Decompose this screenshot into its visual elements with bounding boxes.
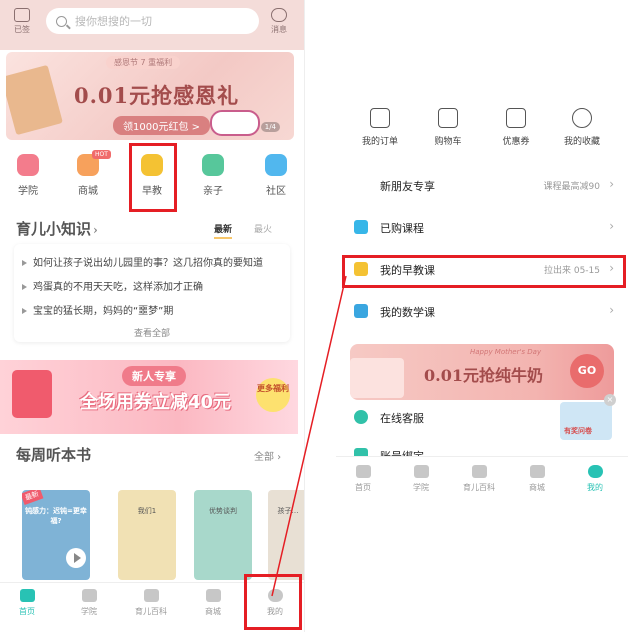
calendar-icon	[14, 8, 30, 22]
book-card[interactable]: 最新 钝感力：迟钝=更幸福?	[22, 490, 90, 580]
close-icon[interactable]: ×	[604, 394, 616, 406]
bullet-icon	[22, 284, 27, 290]
play-icon	[413, 465, 429, 478]
search-input[interactable]: 搜你想搜的一切	[46, 8, 259, 34]
sign-in-button[interactable]: 已签	[10, 8, 34, 35]
bullet-icon	[22, 308, 27, 314]
tab-mine[interactable]: 我的	[572, 465, 618, 493]
play-icon	[81, 589, 97, 602]
smile-icon	[587, 465, 603, 478]
play-icon	[17, 154, 39, 176]
nav-academy[interactable]: 学院	[8, 154, 48, 197]
chat-bubble-icon	[265, 154, 287, 176]
new-badge: 最新	[22, 490, 44, 506]
tab-hottest[interactable]: 最火	[254, 222, 272, 235]
shop-icon	[529, 465, 545, 478]
list-item[interactable]: 宝宝的猛长期，妈妈的“噩梦”期	[22, 302, 173, 317]
row-new-friend[interactable]: 新朋友专享 课程最高减90 ›	[336, 166, 628, 206]
home-screen: 已签 搜你想搜的一切 消息 感恩节 7 重福利 0.01元抢感恩礼 领1000元…	[0, 0, 305, 632]
book-card[interactable]: 我们1	[118, 490, 176, 580]
book-icon	[471, 465, 487, 478]
gift-box-image	[350, 358, 404, 398]
book-card[interactable]: 孩子…	[268, 490, 304, 580]
tab-academy[interactable]: 学院	[66, 589, 112, 617]
tab-mall[interactable]: 商城	[190, 589, 236, 617]
book-card[interactable]: 优势谈判	[194, 490, 252, 580]
coupon-icon	[506, 108, 526, 128]
promo-banner[interactable]: 感恩节 7 重福利 0.01元抢感恩礼 领1000元红包 > 1/4	[6, 52, 294, 140]
survey-prize-badge[interactable]: 有奖问卷	[560, 402, 612, 440]
chevron-right-icon: ›	[609, 303, 614, 317]
nav-mall[interactable]: 商城	[68, 154, 108, 197]
home-icon	[355, 465, 371, 478]
play-icon[interactable]	[66, 548, 86, 568]
list-item[interactable]: 鸡蛋真的不用天天吃，这样添加才正确	[22, 278, 203, 293]
more-benefits-badge[interactable]: 更多福利	[256, 378, 290, 412]
gift-box-image	[6, 64, 63, 136]
knowledge-list: 如何让孩子说出幼儿园里的事？这几招你真的要知道 鸡蛋真的不用天天吃，这样添加才正…	[14, 244, 290, 342]
weekly-book-title: 每周听本书	[16, 446, 92, 464]
headset-icon	[354, 410, 368, 424]
tab-academy[interactable]: 学院	[398, 465, 444, 493]
cube-icon	[354, 304, 368, 318]
list-item[interactable]: 如何让孩子说出幼儿园里的事？这几招你真的要知道	[22, 254, 263, 269]
cart-icon	[438, 108, 458, 128]
chevron-right-icon: ›	[609, 177, 614, 191]
red-envelope-icon	[12, 370, 52, 418]
bottom-tab-bar-profile: 首页 学院 育儿百科 商城 我的	[336, 456, 628, 500]
messages-button[interactable]: 消息	[267, 8, 291, 35]
highlight-mine-tab	[244, 574, 302, 630]
knowledge-title[interactable]: 育儿小知识 ›	[16, 218, 98, 239]
go-button[interactable]: GO	[570, 354, 604, 388]
link-icon	[354, 448, 368, 456]
highlight-early-education-row	[342, 255, 626, 288]
hot-badge: HOT	[92, 150, 111, 159]
chevron-right-icon: ›	[609, 219, 614, 233]
row-purchased-courses[interactable]: 已购课程 ›	[336, 208, 628, 248]
candy-image	[210, 110, 260, 136]
new-user-promo-banner[interactable]: 新人专享 全场用券立减40元 更多福利	[0, 360, 298, 434]
play-icon	[354, 220, 368, 234]
search-icon	[56, 15, 67, 27]
nav-community[interactable]: 社区	[256, 154, 296, 197]
tab-mall[interactable]: 商城	[514, 465, 560, 493]
tab-encyclopedia[interactable]: 育儿百科	[456, 465, 502, 493]
bullet-icon	[22, 260, 27, 266]
tab-home[interactable]: 首页	[340, 465, 386, 493]
nav-parenting[interactable]: 亲子	[193, 154, 233, 197]
tab-home[interactable]: 首页	[4, 589, 50, 617]
home-icon	[19, 589, 35, 602]
my-orders-button[interactable]: 我的订单	[350, 108, 410, 147]
chevron-right-icon: ›	[93, 223, 98, 237]
shop-icon	[205, 589, 221, 602]
books-all-link[interactable]: 全部 ›	[254, 448, 281, 463]
red-packet-button[interactable]: 领1000元红包 >	[113, 116, 211, 135]
mothers-day-banner[interactable]: Happy Mother's Day 0.01元抢纯牛奶 GO	[350, 344, 614, 400]
mother-child-icon	[202, 154, 224, 176]
see-all-link[interactable]: 查看全部	[14, 326, 290, 339]
tab-latest[interactable]: 最新	[214, 222, 233, 239]
top-bar: 已签 搜你想搜的一切 消息	[0, 0, 304, 50]
book-carousel: 最新 钝感力：迟钝=更幸福? 我们1 优势谈判 孩子…	[14, 490, 304, 580]
carousel-indicator: 1/4	[260, 122, 280, 132]
tab-encyclopedia[interactable]: 育儿百科	[128, 589, 174, 617]
row-math-course[interactable]: 我的数学课 ›	[336, 292, 628, 332]
highlight-early-education	[129, 143, 177, 212]
coupons-button[interactable]: 优惠券	[486, 108, 546, 147]
chat-icon	[271, 8, 287, 22]
cart-button[interactable]: 购物车	[418, 108, 478, 147]
book-icon	[143, 589, 159, 602]
favorites-button[interactable]: 我的收藏	[552, 108, 612, 147]
star-icon	[572, 108, 592, 128]
orders-icon	[370, 108, 390, 128]
